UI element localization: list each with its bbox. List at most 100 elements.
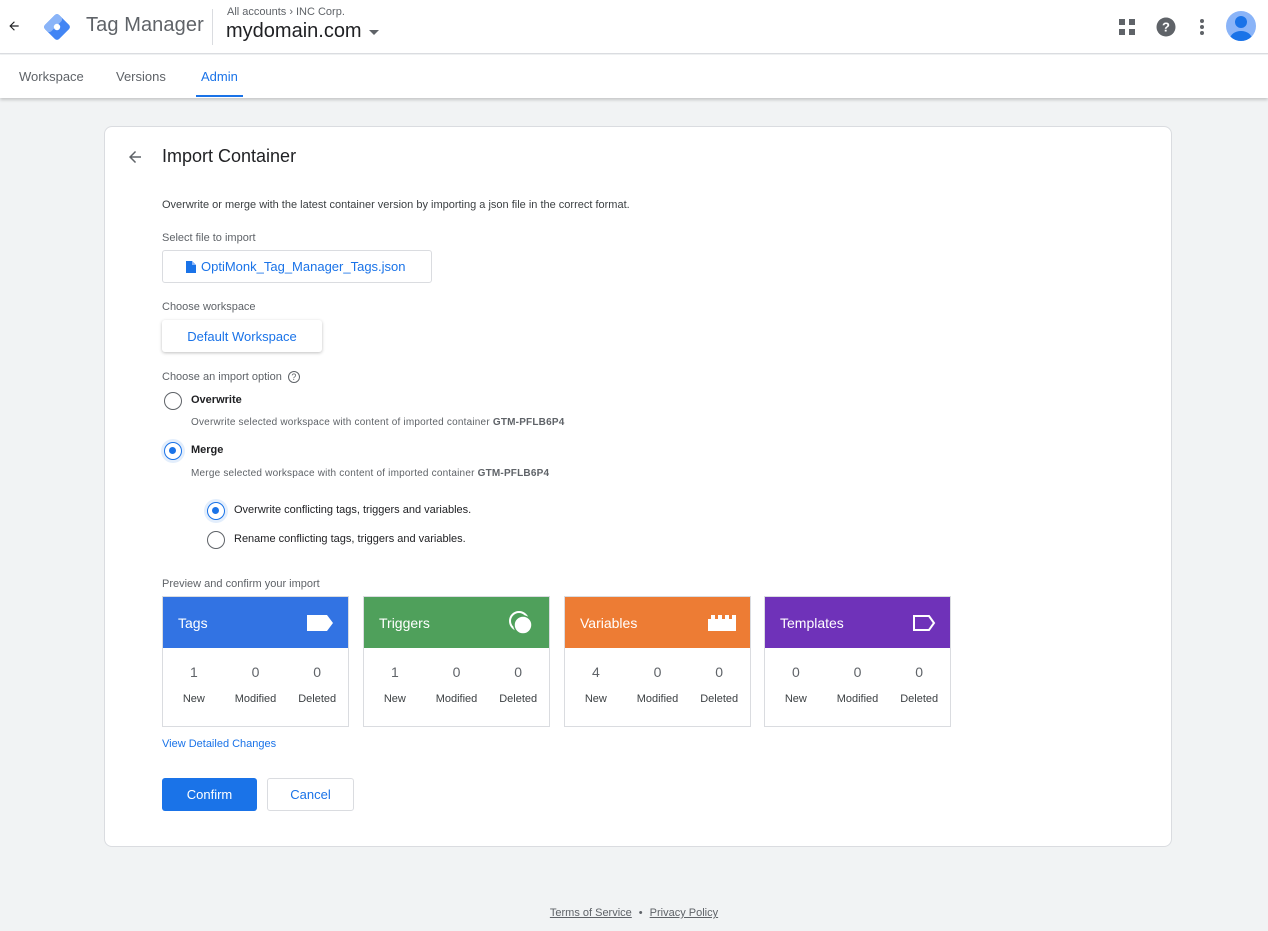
deleted-caption: Deleted [499,693,538,705]
confirm-button[interactable]: Confirm [162,778,257,811]
new-column: 1 New [163,648,225,728]
merge-radio[interactable] [164,442,182,460]
tile-title: Templates [780,614,844,631]
tab-versions[interactable]: Versions [116,55,166,98]
modified-caption: Modified [435,693,478,705]
tile-counts: 0 New 0 Modified 0 Deleted [765,648,950,728]
deleted-count: 0 [514,664,523,680]
variable-icon [708,614,736,631]
account-avatar-icon[interactable] [1226,11,1256,41]
back-arrow-icon[interactable] [124,146,146,168]
tile-header: Tags [163,597,348,648]
help-circle-icon[interactable]: ? [287,371,300,383]
file-name: OptiMonk_Tag_Manager_Tags.json [201,259,406,274]
overwrite-radio[interactable] [164,392,182,410]
modified-caption: Modified [636,693,679,705]
deleted-count: 0 [715,664,724,680]
back-arrow-icon[interactable] [4,15,24,37]
overwrite-desc-text: Overwrite selected workspace with conten… [191,417,490,428]
overwrite-conflicts-radio[interactable] [207,502,225,520]
merge-container-id: GTM-PFLB6P4 [477,468,550,479]
select-file-button[interactable]: OptiMonk_Tag_Manager_Tags.json [162,250,432,283]
rename-conflicts-label: Rename conflicting tags, triggers and va… [234,533,466,545]
overwrite-title: Overwrite [191,394,242,406]
modified-count: 0 [653,664,662,680]
tile-header: Templates [765,597,950,648]
new-caption: New [383,693,406,705]
new-count: 0 [791,664,800,680]
modified-column: 0 Modified [827,648,889,728]
deleted-caption: Deleted [900,693,939,705]
preview-label: Preview and confirm your import [162,578,320,590]
import-option-text: Choose an import option [162,371,282,383]
deleted-column: 0 Deleted [888,648,950,728]
deleted-column: 0 Deleted [487,648,549,728]
new-column: 1 New [364,648,426,728]
footer-separator: • [638,907,643,919]
cancel-button[interactable]: Cancel [267,778,354,811]
deleted-caption: Deleted [700,693,739,705]
tile-counts: 1 New 0 Modified 0 Deleted [163,648,348,728]
privacy-policy-link[interactable]: Privacy Policy [650,907,718,919]
tile-header: Triggers [364,597,549,648]
modified-column: 0 Modified [225,648,287,728]
modified-caption: Modified [836,693,879,705]
modified-count: 0 [452,664,461,680]
more-vert-icon[interactable] [1187,12,1217,42]
tab-workspace[interactable]: Workspace [19,55,84,98]
view-detailed-changes-link[interactable]: View Detailed Changes [162,738,276,750]
tile-counts: 1 New 0 Modified 0 Deleted [364,648,549,728]
new-column: 0 New [765,648,827,728]
new-column: 4 New [565,648,627,728]
app-title: Tag Manager [86,14,204,36]
overwrite-conflicts-label: Overwrite conflicting tags, triggers and… [234,504,472,516]
apps-grid-icon[interactable] [1112,12,1142,42]
workspace-label: Choose workspace [162,301,256,313]
modified-count: 0 [251,664,260,680]
merge-title: Merge [191,444,224,456]
rename-conflicts-radio[interactable] [207,531,225,549]
tile-title: Tags [178,614,208,631]
page-title: Import Container [162,146,297,166]
svg-text:?: ? [1162,20,1170,35]
merge-desc-text: Merge selected workspace with content of… [191,468,475,479]
template-icon [913,614,936,631]
breadcrumb-root[interactable]: All accounts [227,6,286,18]
footer: Terms of Service • Privacy Policy [0,907,1268,919]
container-name: mydomain.com [226,20,362,42]
new-count: 4 [591,664,600,680]
tabs-bar: Workspace Versions Admin [0,55,1268,98]
file-icon [186,260,196,273]
new-caption: New [784,693,807,705]
terms-of-service-link[interactable]: Terms of Service [550,907,632,919]
help-icon[interactable]: ? [1151,12,1181,42]
trigger-icon [509,610,533,635]
new-caption: New [182,693,205,705]
deleted-caption: Deleted [298,693,337,705]
modified-column: 0 Modified [627,648,689,728]
tab-admin[interactable]: Admin [196,55,243,98]
file-label: Select file to import [162,232,256,244]
workspace-select-button[interactable]: Default Workspace [162,320,322,352]
tile-title: Variables [580,614,638,631]
container-selector[interactable]: mydomain.com [226,20,379,43]
summary-tile-triggers: Triggers 1 New 0 Modified 0 Deleted [363,596,550,727]
tile-header: Variables [565,597,750,648]
modified-caption: Modified [234,693,277,705]
merge-description: Merge selected workspace with content of… [191,468,549,479]
breadcrumb: All accounts › INC Corp. [227,6,345,18]
overwrite-description: Overwrite selected workspace with conten… [191,417,565,428]
tile-title: Triggers [379,614,430,631]
summary-tile-tags: Tags 1 New 0 Modified 0 Deleted [162,596,349,727]
import-container-card: Import Container Overwrite or merge with… [104,126,1172,847]
header-divider [212,9,213,45]
top-header: Tag Manager All accounts › INC Corp. myd… [0,0,1268,54]
deleted-count: 0 [313,664,322,680]
deleted-column: 0 Deleted [688,648,750,728]
new-count: 1 [390,664,399,680]
tag-icon [307,614,333,631]
tag-manager-logo-icon [42,12,72,42]
import-option-label: Choose an import option ? [162,371,300,383]
new-count: 1 [189,664,198,680]
breadcrumb-account[interactable]: INC Corp. [296,6,345,18]
